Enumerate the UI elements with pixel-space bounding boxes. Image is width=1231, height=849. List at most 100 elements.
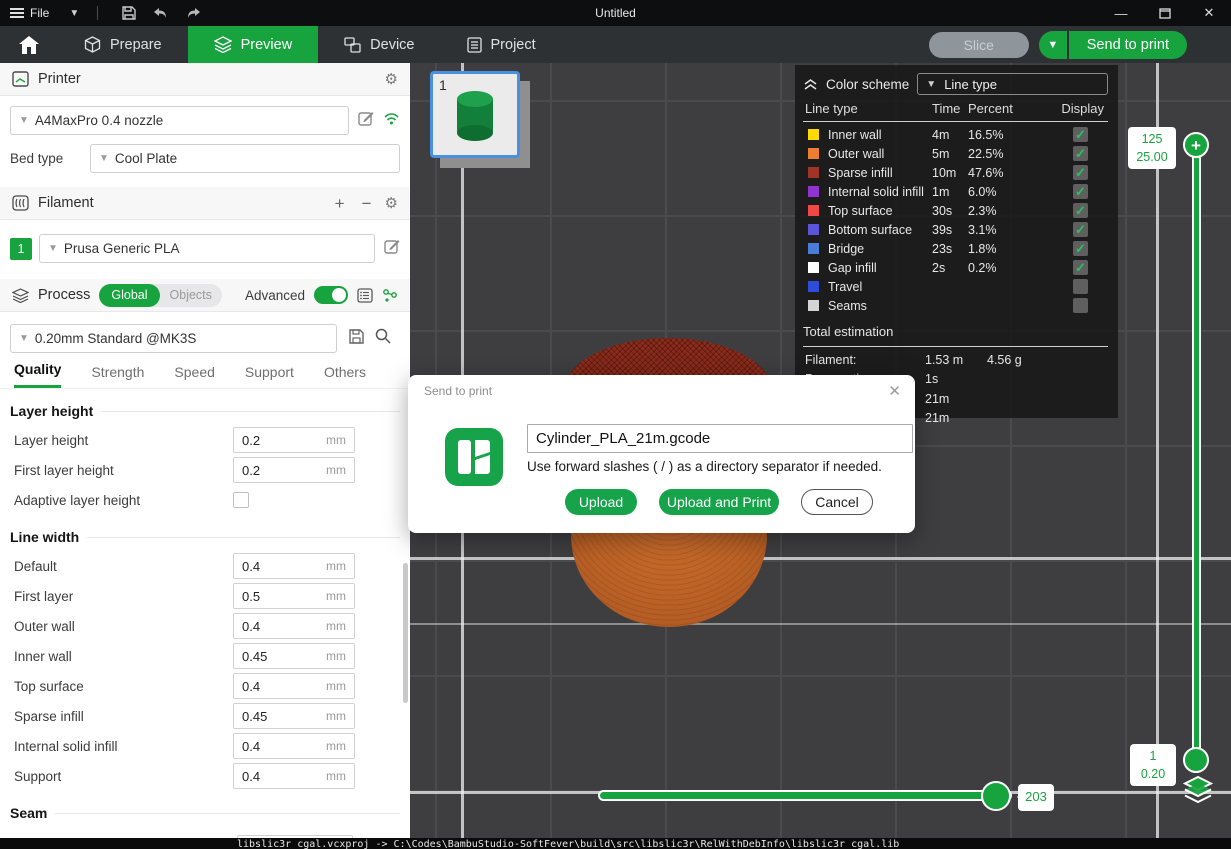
line-width-top-surface-input[interactable]: 0.4mm [233,673,355,699]
tab-support[interactable]: Support [245,364,294,388]
send-dropdown-button[interactable]: ▼ [1039,31,1069,59]
layers-mode-button[interactable] [1182,775,1214,805]
setting-row: Adaptive layer height [0,485,410,515]
line-width-inner-wall-input[interactable]: 0.45mm [233,643,355,669]
legend-column-headers: Line type Time Percent Display [803,97,1108,119]
line-type-swatch [808,224,819,235]
line-width-outer-wall-input[interactable]: 0.4mm [233,613,355,639]
tab-project-label: Project [491,37,536,53]
filament-settings-gear-icon[interactable]: ⚙ [385,196,398,211]
process-scope-segmented[interactable]: Global Objects [99,284,222,307]
maximize-button[interactable] [1143,0,1187,26]
cancel-button[interactable]: Cancel [801,489,873,515]
display-checkbox[interactable] [1073,184,1088,199]
project-icon [467,37,482,53]
tab-strength[interactable]: Strength [91,364,144,388]
adaptive-layer-height-checkbox[interactable] [233,492,249,508]
display-checkbox[interactable] [1073,127,1088,142]
titlebar-divider [97,6,98,20]
display-checkbox[interactable] [1073,165,1088,180]
line-width-first-layer-input[interactable]: 0.5mm [233,583,355,609]
first-layer-height-input[interactable]: 0.2mm [233,457,355,483]
line-type-swatch [808,243,819,254]
line-type-swatch [808,148,819,159]
home-button[interactable] [0,36,58,54]
navbar: Prepare Preview Device Project Slice ▼ S… [0,26,1231,63]
save-preset-icon[interactable] [349,329,364,349]
layer-slider-track[interactable] [1192,145,1201,761]
settings-scrollbar[interactable] [403,563,408,703]
undo-icon[interactable] [148,4,174,22]
tab-prepare[interactable]: Prepare [58,26,188,63]
add-filament-button[interactable]: + [331,195,349,212]
tab-quality[interactable]: Quality [14,361,61,388]
line-width-internal-solid-infill-input[interactable]: 0.4mm [233,733,355,759]
layer-slider-bottom-handle[interactable] [1183,747,1209,773]
setting-row: First layer height 0.2mm [0,455,410,485]
tab-device[interactable]: Device [318,26,440,63]
compare-presets-icon[interactable] [382,288,398,303]
bed-grid-line [410,623,1231,625]
save-icon[interactable] [116,4,142,22]
dialog-close-icon[interactable]: ✕ [888,382,901,400]
send-to-print-button[interactable]: Send to print [1069,31,1187,59]
display-checkbox[interactable] [1073,260,1088,275]
layer-height-input[interactable]: 0.2mm [233,427,355,453]
move-slider-track[interactable] [598,790,1012,801]
filament-edit-icon[interactable] [384,238,400,259]
display-checkbox[interactable] [1073,241,1088,256]
display-checkbox[interactable] [1073,298,1088,313]
remove-filament-button[interactable]: − [358,195,376,212]
file-menu[interactable]: File [10,6,49,20]
legend-row: Sparse infill10m47.6% [803,163,1108,182]
printer-connection-wifi-icon[interactable] [383,112,400,130]
bed-type-dropdown[interactable]: ▼ Cool Plate [90,144,400,173]
layer-slider-top-handle[interactable]: + [1183,132,1209,158]
filament-slot-badge[interactable]: 1 [10,238,32,260]
printer-edit-icon[interactable] [358,110,374,131]
tab-preview-label: Preview [241,37,293,53]
search-preset-icon[interactable] [375,328,391,349]
tab-project[interactable]: Project [441,26,562,63]
total-estimation-title: Total estimation [803,324,1108,344]
line-width-default-input[interactable]: 0.4mm [233,553,355,579]
legend-panel: Color scheme ▼ Line type Line type Time … [795,65,1118,418]
parameter-list-icon[interactable] [357,288,373,303]
display-checkbox[interactable] [1073,279,1088,294]
line-width-support-input[interactable]: 0.4mm [233,763,355,789]
file-menu-label: File [30,6,49,20]
legend-row: Bottom surface39s3.1% [803,220,1108,239]
printer-settings-gear-icon[interactable]: ⚙ [385,72,398,87]
tab-preview[interactable]: Preview [188,26,319,63]
view-mode-dropdown[interactable]: ▼ Line type [917,73,1108,95]
redo-icon[interactable] [180,4,206,22]
cube-icon [84,36,101,53]
line-width-sparse-infill-input[interactable]: 0.45mm [233,703,355,729]
legend-row: Outer wall5m22.5% [803,144,1108,163]
display-checkbox[interactable] [1073,146,1088,161]
line-type-swatch [808,186,819,197]
scope-global[interactable]: Global [99,284,159,307]
plate-thumbnail[interactable]: 1 [430,71,520,158]
printer-preset-dropdown[interactable]: ▼ A4MaxPro 0.4 nozzle [10,106,349,135]
display-checkbox[interactable] [1073,222,1088,237]
legend-row: Travel [803,277,1108,296]
tab-others[interactable]: Others [324,364,366,388]
filename-input[interactable] [527,424,913,453]
upload-button[interactable]: Upload [565,489,637,515]
upload-and-print-button[interactable]: Upload and Print [659,489,779,515]
file-menu-chevron-icon[interactable]: ▼ [69,8,79,19]
process-preset-dropdown[interactable]: ▼ 0.20mm Standard @MK3S [10,324,337,353]
tab-speed[interactable]: Speed [174,364,214,388]
collapse-panel-icon[interactable] [803,78,818,91]
minimize-button[interactable]: — [1099,0,1143,26]
tab-device-label: Device [370,37,414,53]
legend-row: Seams [803,296,1108,315]
filament-preset-dropdown[interactable]: ▼ Prusa Generic PLA [39,234,375,263]
close-button[interactable]: ✕ [1187,0,1231,26]
display-checkbox[interactable] [1073,203,1088,218]
move-slider-handle[interactable] [981,781,1011,811]
scope-objects[interactable]: Objects [160,288,222,302]
advanced-toggle[interactable] [314,286,348,304]
slice-button[interactable]: Slice [929,32,1029,58]
